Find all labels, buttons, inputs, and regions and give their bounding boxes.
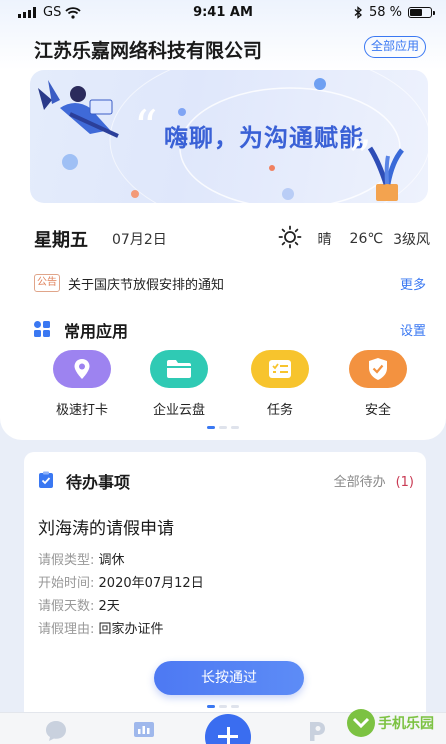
- page-dot-active: [207, 705, 215, 708]
- all-todo-label: 全部待办: [333, 475, 386, 490]
- field-value: 2020年07月12日: [98, 576, 204, 591]
- field-key: 开始时间:: [38, 576, 95, 591]
- banner-open-quote: “: [134, 100, 158, 154]
- banner[interactable]: “ 嗨聊，为沟通赋能 ”: [30, 70, 428, 203]
- watermark-logo: 手机乐园: [344, 706, 444, 740]
- common-apps-title: 常用应用: [64, 322, 129, 341]
- all-apps-button[interactable]: 全部应用: [363, 36, 426, 58]
- field-row: 请假类型: 调休: [38, 549, 204, 572]
- weekday: 星期五: [34, 230, 88, 251]
- todo-header: 待办事项 全部待办 (1): [38, 469, 414, 492]
- wind-level: 3级风: [393, 232, 430, 248]
- page-dot: [231, 705, 239, 708]
- weather: 晴 26℃ 3级风: [278, 225, 430, 249]
- todo-item-title[interactable]: 刘海涛的请假申请: [38, 514, 174, 539]
- long-press-approve-button[interactable]: 长按通过: [154, 661, 304, 695]
- date: 07月2日: [112, 232, 167, 248]
- more-link[interactable]: 更多: [400, 274, 426, 293]
- sun-icon: [278, 225, 301, 249]
- field-key: 请假天数:: [38, 599, 95, 614]
- apps-icon[interactable]: [305, 719, 329, 743]
- app-cloud-drive[interactable]: 企业云盘: [134, 350, 224, 418]
- field-value: 调休: [98, 553, 125, 568]
- banner-close-quote: ”: [348, 130, 372, 184]
- shield-check-icon: [349, 350, 407, 388]
- dashboard-icon[interactable]: [132, 719, 156, 743]
- common-apps-header: 常用应用 设置: [34, 318, 426, 341]
- company-name: 江苏乐嘉网络科技有限公司: [34, 40, 263, 62]
- page-dot: [219, 426, 227, 429]
- page-dot: [219, 705, 227, 708]
- field-key: 请假理由:: [38, 622, 95, 637]
- battery-icon: [408, 7, 435, 18]
- status-bar: GS 9:41 AM 58 %: [0, 0, 446, 26]
- chat-icon[interactable]: [44, 719, 68, 743]
- todo-card: 待办事项 全部待办 (1) 刘海涛的请假申请 请假类型: 调休 开始时间: 202…: [24, 452, 426, 744]
- app-label: 安全: [364, 403, 391, 418]
- location-pin-icon: [53, 350, 111, 388]
- app-task[interactable]: 任务: [235, 350, 325, 418]
- field-value: 2天: [98, 599, 120, 614]
- page-dot-active: [207, 426, 215, 429]
- todo-count: (1): [395, 475, 414, 490]
- field-row: 开始时间: 2020年07月12日: [38, 572, 204, 595]
- battery-percent: 58 %: [368, 5, 402, 20]
- grid-icon: [34, 321, 50, 337]
- app-label: 企业云盘: [152, 403, 205, 418]
- watermark-text: 手机乐园: [378, 716, 434, 732]
- app-quick-clock-in[interactable]: 极速打卡: [37, 350, 127, 418]
- field-value: 回家办证件: [98, 622, 164, 637]
- clipboard-icon: [39, 471, 53, 488]
- common-apps: 极速打卡 企业云盘 任务 安全: [30, 350, 420, 420]
- app-label: 任务: [266, 403, 293, 418]
- task-list-icon: [251, 350, 309, 388]
- field-row: 请假天数: 2天: [38, 595, 204, 618]
- folder-icon: [150, 350, 208, 388]
- field-row: 请假理由: 回家办证件: [38, 618, 204, 641]
- notice-text[interactable]: 关于国庆节放假安排的通知: [68, 274, 224, 293]
- temperature: 26℃: [349, 231, 384, 247]
- all-todo-link[interactable]: 全部待办 (1): [334, 471, 414, 490]
- bluetooth-icon: [354, 6, 362, 19]
- page-dot: [231, 426, 239, 429]
- weather-condition: 晴: [317, 232, 332, 248]
- apps-page-indicator: [0, 426, 446, 429]
- date-weather-row: 星期五 07月2日 晴 26℃ 3级风: [34, 225, 430, 251]
- app-label: 极速打卡: [55, 403, 108, 418]
- todo-title: 待办事项: [66, 473, 131, 492]
- settings-link[interactable]: 设置: [400, 320, 426, 339]
- notice-row[interactable]: 公告 关于国庆节放假安排的通知 更多: [34, 273, 426, 293]
- field-key: 请假类型:: [38, 553, 95, 568]
- todo-item-fields: 请假类型: 调休 开始时间: 2020年07月12日 请假天数: 2天 请假理由…: [38, 549, 204, 641]
- banner-slogan: 嗨聊，为沟通赋能: [164, 124, 364, 152]
- notice-tag: 公告: [34, 274, 60, 292]
- app-security[interactable]: 安全: [333, 350, 423, 418]
